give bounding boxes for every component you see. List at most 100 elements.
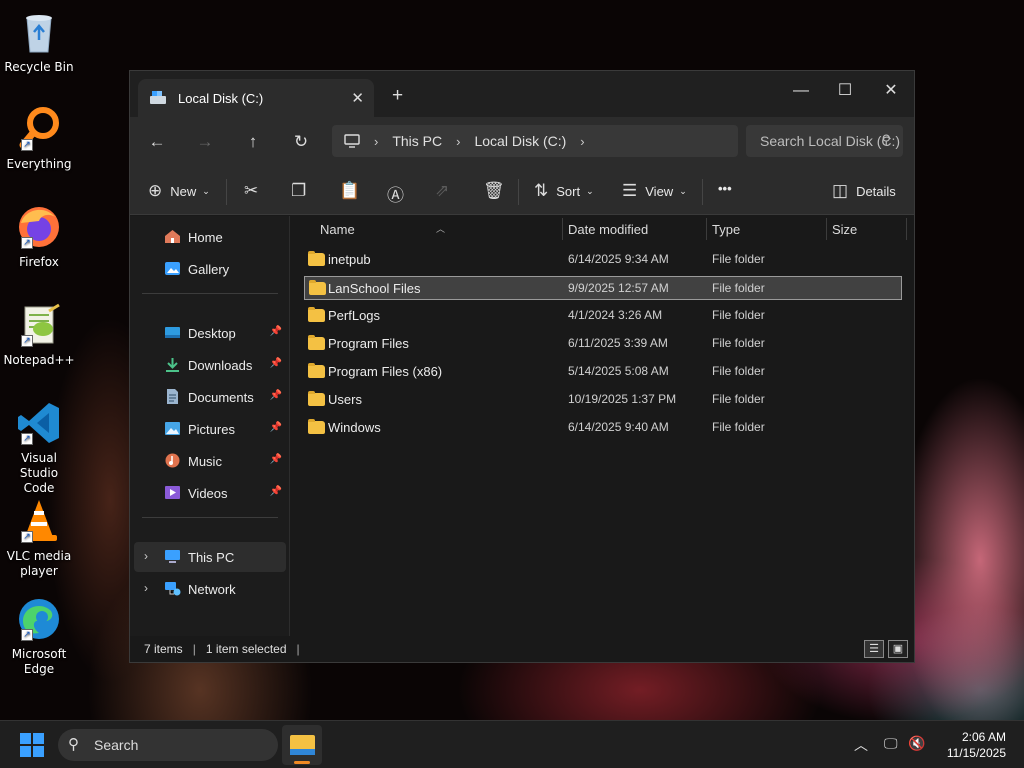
pin-icon[interactable]: 📌 — [270, 358, 282, 369]
drive-icon — [150, 91, 166, 104]
sidebar-item-videos[interactable]: Videos 📌 — [134, 478, 286, 508]
file-row-program-files[interactable]: Program Files 6/11/2025 3:39 AM File fol… — [304, 332, 902, 356]
column-size[interactable]: Size — [832, 222, 857, 237]
sidebar-item-network[interactable]: › Network — [134, 574, 286, 604]
sidebar-item-music[interactable]: Music 📌 — [134, 446, 286, 476]
pin-icon[interactable]: 📌 — [270, 486, 282, 497]
close-tab-icon[interactable]: ✕ — [351, 89, 364, 107]
folder-icon — [308, 363, 325, 378]
delete-button[interactable]: 🗑 — [483, 181, 505, 201]
network-status-icon[interactable]: 🖵 — [884, 735, 898, 752]
pin-icon[interactable]: 📌 — [270, 454, 282, 465]
search-input[interactable]: Search Local Disk (C:) ⚲ — [746, 125, 903, 157]
desktop-icon-firefox[interactable]: ↗ Firefox — [4, 203, 74, 270]
new-tab-button[interactable]: + — [392, 85, 403, 107]
sidebar-item-this-pc[interactable]: › This PC — [134, 542, 286, 572]
back-button[interactable]: ← — [143, 129, 171, 157]
chevron-right-icon[interactable]: › — [144, 581, 148, 595]
file-row-perflogs[interactable]: PerfLogs 4/1/2024 3:26 AM File folder — [304, 304, 902, 328]
refresh-button[interactable]: ↻ — [287, 129, 315, 157]
sidebar-item-pictures[interactable]: Pictures 📌 — [134, 414, 286, 444]
cut-button[interactable]: ✂ — [244, 181, 258, 201]
pin-icon[interactable]: 📌 — [270, 326, 282, 337]
folder-icon — [308, 419, 325, 434]
file-row-windows[interactable]: Windows 6/14/2025 9:40 AM File folder — [304, 416, 902, 440]
status-divider: | — [192, 642, 196, 656]
recycle-bin-icon — [15, 8, 63, 56]
gallery-icon — [165, 262, 180, 275]
file-type: File folder — [712, 252, 765, 266]
sort-button[interactable]: ⇅ Sort ⌄ — [534, 181, 594, 201]
tab-local-disk[interactable]: Local Disk (C:) ✕ — [138, 79, 374, 117]
new-button[interactable]: ⊕ New ⌄ — [148, 181, 210, 201]
sidebar-item-gallery[interactable]: Gallery — [134, 254, 286, 284]
sidebar-item-label: Videos — [188, 485, 228, 501]
up-button[interactable]: ↑ — [239, 129, 267, 157]
view-label: View — [645, 183, 674, 199]
details-label: Details — [856, 183, 896, 199]
address-bar[interactable]: › This PC › Local Disk (C:) › — [332, 125, 738, 157]
volume-muted-icon[interactable]: 🔇 — [908, 735, 925, 752]
clock[interactable]: 2:06 AM 11/15/2025 — [947, 729, 1006, 761]
forward-button[interactable]: → — [191, 129, 219, 157]
pin-icon[interactable]: 📌 — [270, 390, 282, 401]
column-type[interactable]: Type — [712, 222, 740, 237]
minimize-button[interactable]: — — [778, 77, 824, 105]
item-count: 7 items — [144, 642, 183, 656]
chevron-right-icon[interactable]: › — [144, 549, 148, 563]
sidebar-item-home[interactable]: Home — [134, 222, 286, 252]
desktop-icon-edge[interactable]: ↗ Microsoft Edge — [4, 595, 74, 677]
details-view-button[interactable]: ☰ — [864, 640, 884, 658]
taskbar-search[interactable]: ⚲ Search — [58, 729, 278, 761]
tiles-view-button[interactable]: ▣ — [888, 640, 908, 658]
sidebar-item-label: Gallery — [188, 261, 230, 277]
shortcut-arrow-icon: ↗ — [21, 139, 33, 151]
breadcrumb-local-disk[interactable]: Local Disk (C:) — [474, 133, 566, 149]
maximize-button[interactable]: ☐ — [822, 77, 868, 105]
sidebar-item-documents[interactable]: Documents 📌 — [134, 382, 286, 412]
view-button[interactable]: ☰ View ⌄ — [622, 181, 687, 201]
desktop-icon-vlc[interactable]: ↗ VLC media player — [4, 497, 74, 579]
search-icon: ⚲ — [881, 132, 891, 147]
desktop-icon-vscode[interactable]: ↗ Visual Studio Code — [4, 399, 74, 496]
column-divider — [706, 218, 707, 240]
show-hidden-icons-button[interactable]: ︿ — [854, 735, 868, 755]
start-button[interactable] — [20, 733, 44, 757]
chevron-right-icon: › — [456, 133, 461, 149]
paste-icon: 📋 — [339, 181, 361, 200]
search-placeholder: Search Local Disk (C:) — [760, 133, 901, 149]
desktop-icon-label: Everything — [6, 157, 72, 171]
column-name[interactable]: Name — [320, 222, 355, 237]
shortcut-arrow-icon: ↗ — [21, 629, 33, 641]
sidebar-item-downloads[interactable]: Downloads 📌 — [134, 350, 286, 380]
firefox-icon: ↗ — [15, 203, 63, 251]
desktop-icon-recycle-bin[interactable]: Recycle Bin — [4, 8, 74, 75]
breadcrumb-this-pc[interactable]: This PC — [392, 133, 442, 149]
desktop-icon-everything[interactable]: ↗ Everything — [4, 105, 74, 172]
share-button[interactable]: ⇗ — [435, 181, 449, 201]
status-bar: 7 items | 1 item selected | ☰ ▣ — [130, 636, 914, 662]
copy-button[interactable]: ❐ — [291, 181, 306, 201]
sidebar-item-desktop[interactable]: Desktop 📌 — [134, 318, 286, 348]
running-indicator — [294, 761, 310, 764]
close-window-button[interactable]: ✕ — [868, 77, 914, 105]
file-row-lanschool-files[interactable]: LanSchool Files 9/9/2025 12:57 AM File f… — [304, 276, 902, 300]
file-row-users[interactable]: Users 10/19/2025 1:37 PM File folder — [304, 388, 902, 412]
column-date-modified[interactable]: Date modified — [568, 222, 648, 237]
file-row-inetpub[interactable]: inetpub 6/14/2025 9:34 AM File folder — [304, 248, 902, 272]
more-options-button[interactable]: ••• — [718, 181, 732, 196]
taskbar-file-explorer[interactable] — [282, 725, 322, 765]
desktop-icon-notepad-plus-plus[interactable]: ↗ Notepad++ — [3, 301, 75, 368]
pin-icon[interactable]: 📌 — [270, 422, 282, 433]
file-type: File folder — [712, 392, 765, 406]
more-options-icon: ••• — [718, 181, 732, 196]
file-name: PerfLogs — [328, 308, 381, 323]
rename-button[interactable]: Ⓐ — [387, 181, 404, 206]
toolbar-divider — [702, 179, 703, 205]
details-pane-button[interactable]: ◫ Details — [832, 181, 896, 201]
file-row-program-files-x86[interactable]: Program Files (x86) 5/14/2025 5:08 AM Fi… — [304, 360, 902, 384]
chevron-right-icon[interactable]: › — [580, 134, 584, 149]
file-type: File folder — [712, 364, 765, 378]
paste-button[interactable]: 📋 — [339, 181, 360, 201]
command-bar: ⊕ New ⌄ ✂ ❐ 📋 Ⓐ ⇗ 🗑 ⇅ Sort ⌄ ☰ View ⌄ ••… — [130, 167, 914, 215]
